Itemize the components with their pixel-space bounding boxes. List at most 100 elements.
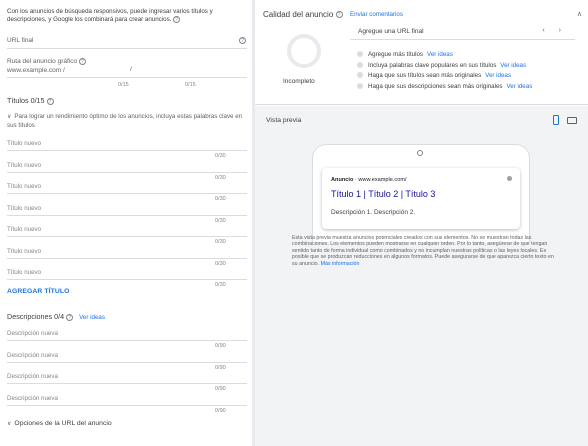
headline-counter: 0/30 — [215, 174, 226, 181]
path2-counter: 0/15 — [185, 82, 196, 88]
headline-input[interactable]: Título nuevo — [7, 248, 41, 255]
help-icon[interactable]: ? — [239, 37, 246, 44]
ad-display-url: www.example.com/ — [358, 177, 407, 183]
suggestion-nav-arrows[interactable]: ‹ › — [542, 27, 567, 34]
headline-underline — [7, 257, 247, 259]
ad-headline: Título 1 | Título 2 | Título 3 — [331, 189, 436, 199]
suggestion-text: Haga que sus descripciones sean más orig… — [368, 82, 503, 90]
headline-input[interactable]: Título nuevo — [7, 205, 41, 212]
help-icon[interactable]: ? — [335, 11, 343, 19]
description-input[interactable]: Descripción nueva — [7, 352, 58, 359]
headline-counter: 0/30 — [215, 196, 226, 202]
headlines-title-text: Títulos 0/15 — [7, 96, 45, 105]
headlines-title: Títulos 0/15 ? — [7, 96, 54, 105]
headline-underline — [7, 171, 247, 173]
phone-mockup: Anuncio · www.example.com/ Título 1 | Tí… — [312, 144, 530, 242]
description-input[interactable]: Descripción nueva — [7, 330, 58, 337]
chevron-up-icon[interactable]: ∧ — [577, 10, 582, 18]
display-path-domain-text: www.example.com — [7, 67, 62, 74]
headlines-keyword-tip[interactable]: ∨ Para lograr un rendimiento óptimo de lo… — [7, 113, 252, 129]
suggestion-item: Haga que sus títulos sean más originales… — [357, 72, 511, 79]
description-input[interactable]: Descripción nueva — [7, 395, 58, 402]
suggestion-text: Agregue más títulos — [368, 51, 424, 58]
headline-input[interactable]: Título nuevo — [7, 226, 41, 233]
headline-underline — [7, 150, 247, 151]
headline-underline — [7, 236, 247, 237]
description-counter: 0/90 — [215, 364, 226, 371]
form-intro: Con los anuncios de búsqueda responsivos… — [7, 8, 247, 24]
headlines-tip-text: Para lograr un rendimiento óptimo de los… — [7, 113, 243, 129]
suggestion-text: Haga que sus títulos sean más originales — [368, 72, 482, 79]
descriptions-ideas-link[interactable]: Ver ideas — [79, 314, 105, 321]
preview-panel: Vista previa Anuncio · www.example.com/ … — [255, 106, 588, 446]
headline-input[interactable]: Título nuevo — [7, 269, 41, 276]
preview-title: Vista previa — [266, 117, 302, 124]
suggestion-carousel: Agregue una URL final ‹ › — [350, 22, 575, 40]
help-icon[interactable]: ? — [173, 16, 181, 23]
suggestion-item: Incluya palabras clave populares en sus … — [357, 61, 526, 69]
description-underline — [7, 383, 247, 384]
headline-underline — [7, 193, 247, 194]
headline-input[interactable]: Título nuevo — [7, 162, 41, 169]
url-options-text: Opciones de la URL del anuncio — [14, 420, 112, 427]
path2-input[interactable] — [137, 66, 197, 76]
suggestion-ideas-link[interactable]: Ver ideas — [485, 72, 511, 79]
headline-counter: 0/30 — [215, 217, 226, 224]
ad-strength-status: Incompleto — [283, 78, 315, 85]
headline-input[interactable]: Título nuevo — [7, 140, 41, 147]
chevron-down-icon: ∨ — [7, 421, 12, 427]
url-options-toggle[interactable]: ∨ Opciones de la URL del anuncio — [7, 420, 252, 429]
status-dot-icon — [357, 82, 363, 89]
form-intro-text: Con los anuncios de búsqueda responsivos… — [7, 8, 213, 24]
headline-counter: 0/30 — [215, 282, 226, 288]
final-url-underline — [7, 48, 247, 49]
send-feedback-link[interactable]: Enviar comentarios — [350, 11, 403, 18]
ad-description: Descripción 1. Descripción 2. — [331, 209, 416, 216]
headline-counter: 0/30 — [215, 260, 226, 267]
suggestion-item: Haga que sus descripciones sean más orig… — [357, 82, 532, 90]
help-icon[interactable]: ? — [78, 58, 86, 65]
headline-underline — [7, 279, 247, 280]
description-underline — [7, 404, 247, 406]
status-dot-icon — [357, 72, 363, 78]
path1-input[interactable] — [70, 66, 130, 76]
suggestion-ideas-link[interactable]: Ver ideas — [500, 62, 526, 69]
add-headline-button[interactable]: AGREGAR TÍTULO — [7, 288, 70, 295]
description-counter: 0/90 — [215, 343, 226, 349]
ad-badge: Anuncio — [331, 177, 354, 183]
suggestion-ideas-link[interactable]: Ver ideas — [506, 83, 532, 90]
display-path-underline — [7, 77, 247, 78]
current-suggestion: Agregue una URL final — [358, 28, 424, 35]
display-path-separator-2: / — [130, 66, 132, 73]
ad-form-panel: Con los anuncios de búsqueda responsivos… — [0, 0, 252, 446]
mobile-preview-icon[interactable] — [553, 115, 559, 125]
final-url-field[interactable]: URL final — [7, 37, 34, 44]
suggestion-ideas-link[interactable]: Ver ideas — [427, 51, 453, 58]
preview-disclaimer: Esta vista previa muestra anuncios poten… — [292, 235, 554, 267]
description-underline — [7, 361, 247, 363]
help-icon[interactable]: ? — [66, 313, 74, 321]
learn-more-link[interactable]: Más información — [321, 261, 360, 267]
help-icon[interactable]: ? — [46, 97, 54, 105]
phone-camera-icon — [417, 150, 423, 156]
ad-label-line: Anuncio · www.example.com/ — [331, 177, 407, 183]
ad-preview-card: Anuncio · www.example.com/ Título 1 | Tí… — [322, 168, 520, 229]
description-counter: 0/90 — [215, 407, 226, 414]
chevron-down-icon: ∨ — [7, 114, 12, 120]
status-dot-icon — [357, 61, 363, 68]
display-path-label: Ruta del anuncio gráfico ? — [7, 58, 86, 65]
description-input[interactable]: Descripción nueva — [7, 373, 58, 380]
headline-underline — [7, 214, 247, 216]
ad-strength-title: Calidad del anuncio ? — [263, 10, 343, 19]
description-underline — [7, 340, 247, 341]
path1-counter: 0/15 — [118, 82, 129, 88]
ad-strength-panel: Calidad del anuncio ? Enviar comentarios… — [255, 0, 588, 105]
descriptions-title-text: Descripciones 0/4 — [7, 312, 65, 321]
suggestion-text: Incluya palabras clave populares en sus … — [368, 61, 497, 69]
desktop-preview-icon[interactable] — [567, 117, 577, 124]
descriptions-title: Descripciones 0/4 ? Ver ideas — [7, 312, 105, 321]
display-path-label-text: Ruta del anuncio gráfico — [7, 58, 78, 66]
description-counter: 0/90 — [215, 386, 226, 392]
headline-input[interactable]: Título nuevo — [7, 183, 41, 190]
display-path-domain: www.example.com / — [7, 67, 65, 74]
